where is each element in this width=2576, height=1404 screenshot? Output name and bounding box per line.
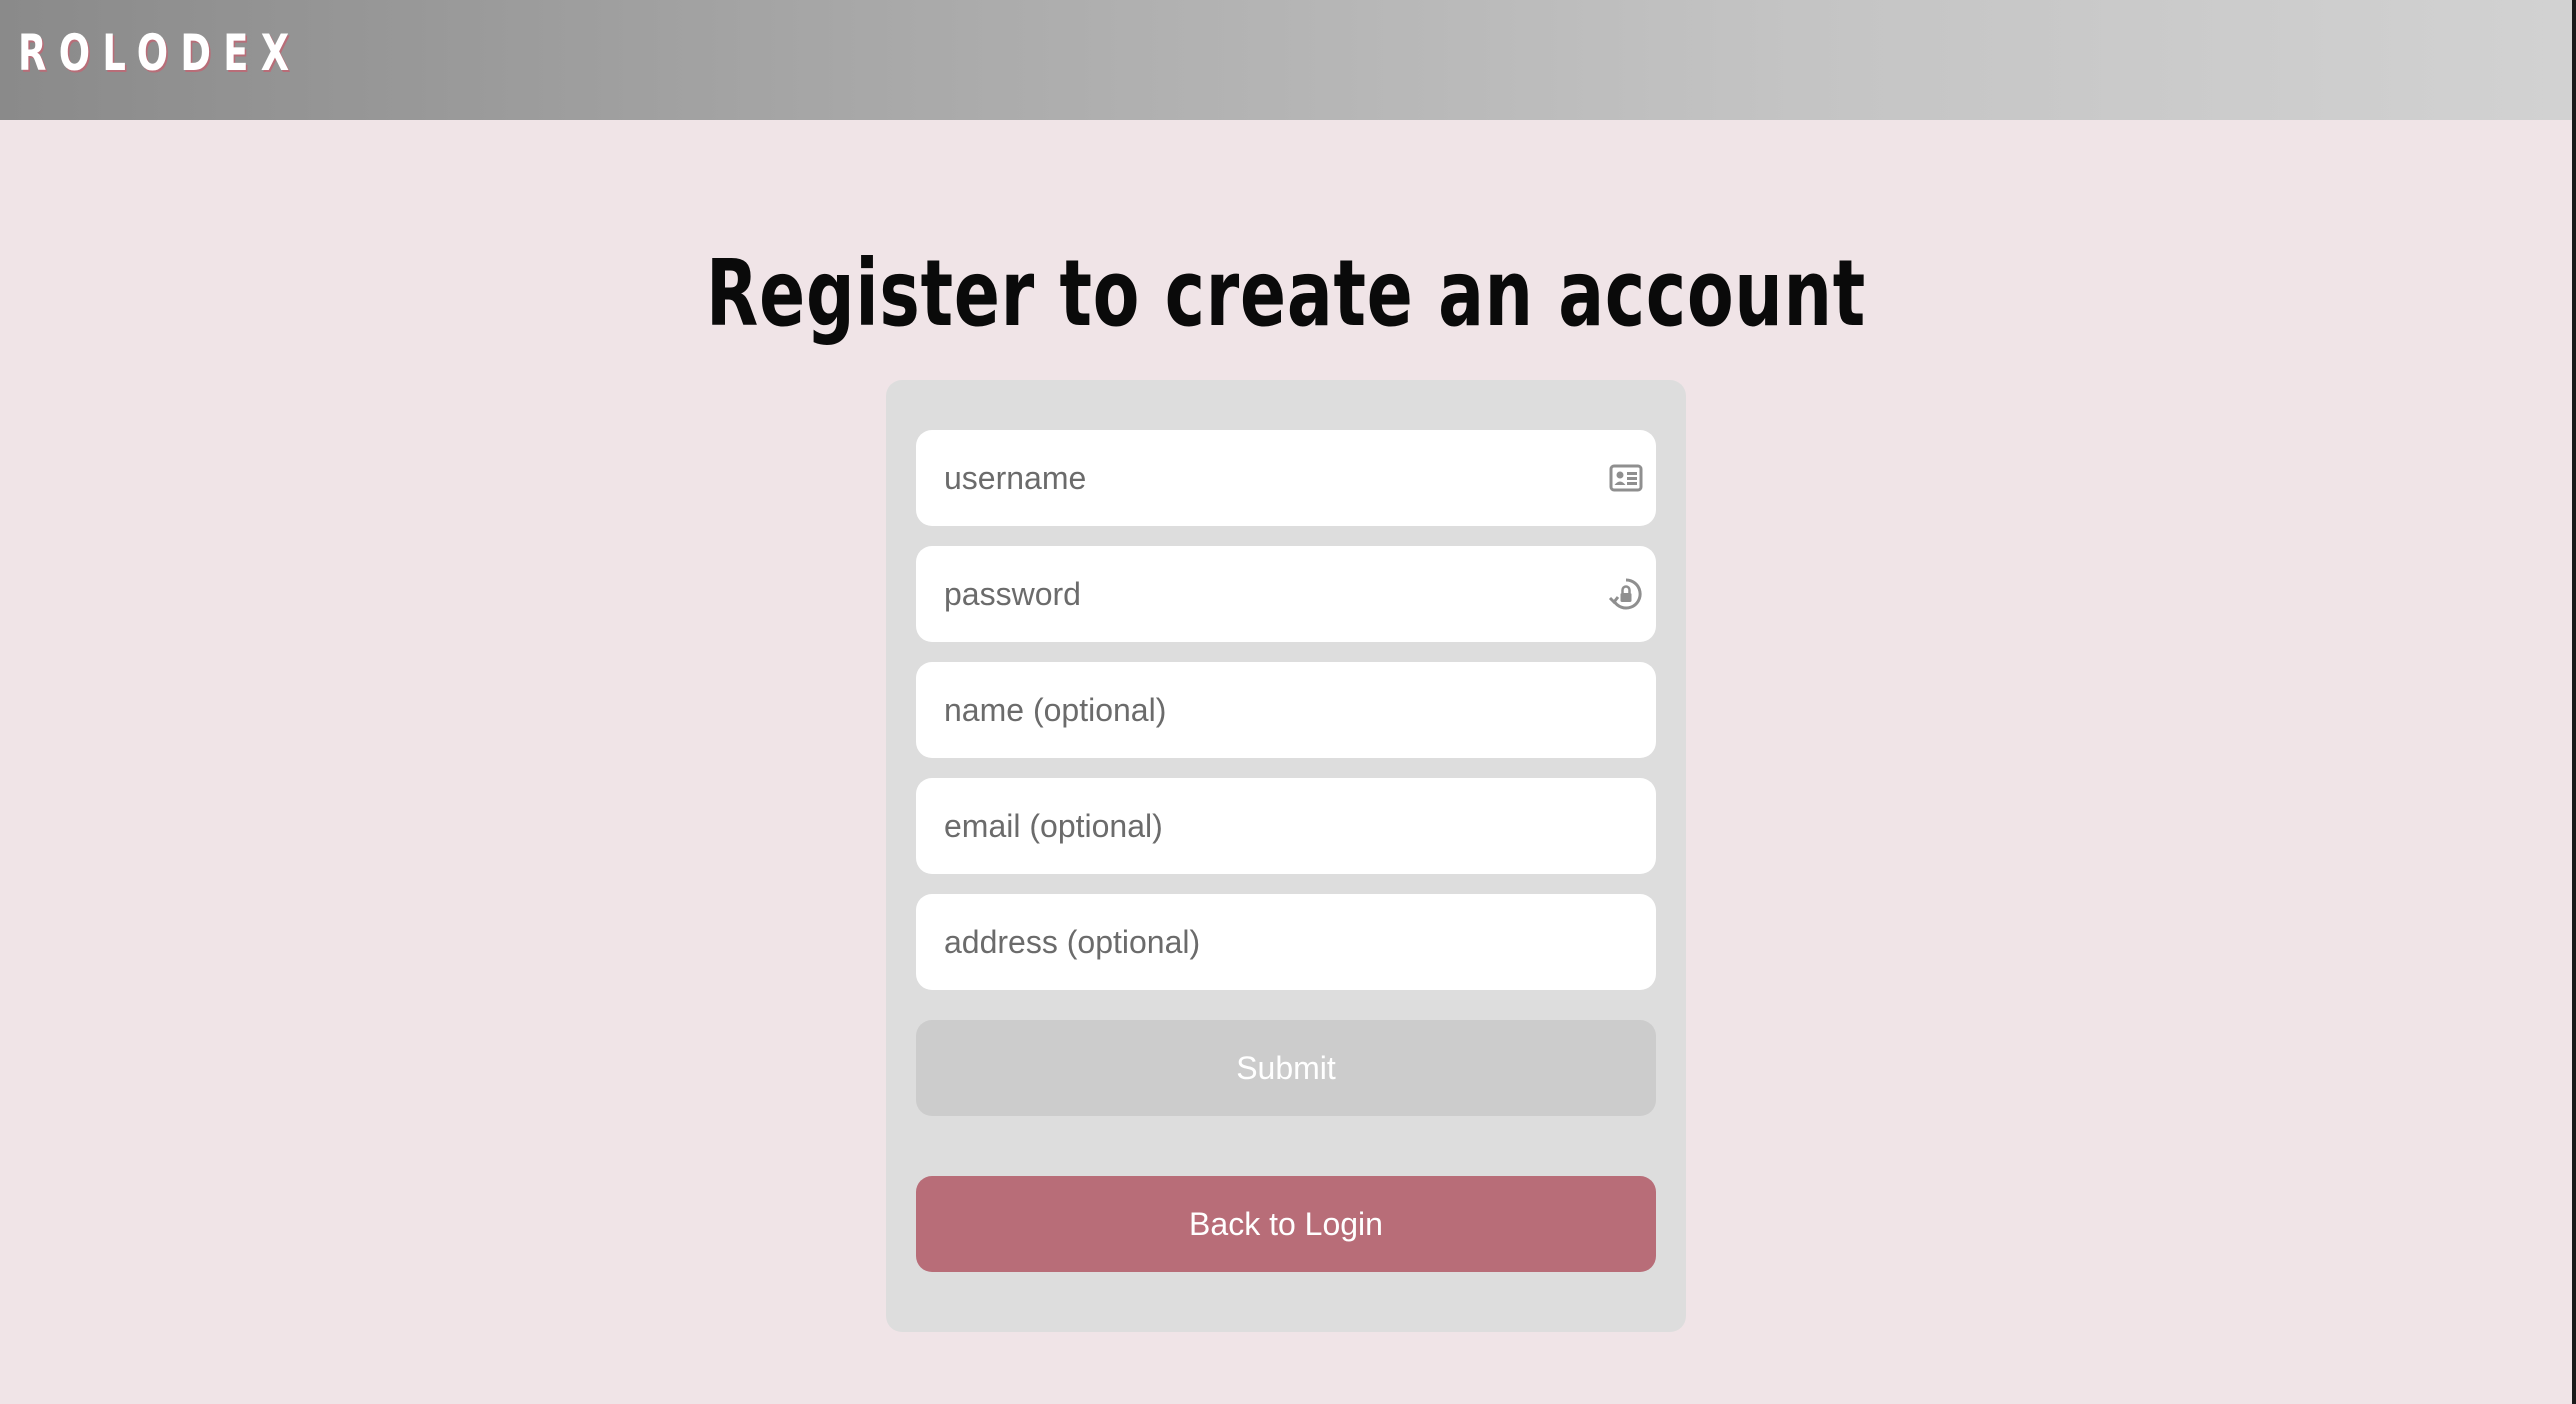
email-field-wrapper	[916, 778, 1656, 874]
contact-card-icon[interactable]	[1608, 460, 1644, 496]
username-input[interactable]	[916, 430, 1556, 526]
email-input[interactable]	[916, 778, 1556, 874]
name-input[interactable]	[916, 662, 1556, 758]
submit-button[interactable]: Submit	[916, 1020, 1656, 1116]
register-form-card: Submit Back to Login	[886, 380, 1686, 1332]
window-edge	[2572, 0, 2576, 1404]
username-field-wrapper	[916, 430, 1656, 526]
password-field-wrapper	[916, 546, 1656, 642]
brand-logo[interactable]: ROLODEX	[18, 24, 302, 82]
password-key-icon[interactable]	[1608, 576, 1644, 612]
back-to-login-button[interactable]: Back to Login	[916, 1176, 1656, 1272]
name-field-wrapper	[916, 662, 1656, 758]
page-title: Register to create an account	[706, 240, 1866, 347]
page: ROLODEX Register to create an account us…	[0, 0, 2572, 1404]
top-bar: ROLODEX	[0, 0, 2572, 120]
address-field-wrapper	[916, 894, 1656, 990]
password-input[interactable]	[916, 546, 1556, 642]
address-input[interactable]	[916, 894, 1556, 990]
